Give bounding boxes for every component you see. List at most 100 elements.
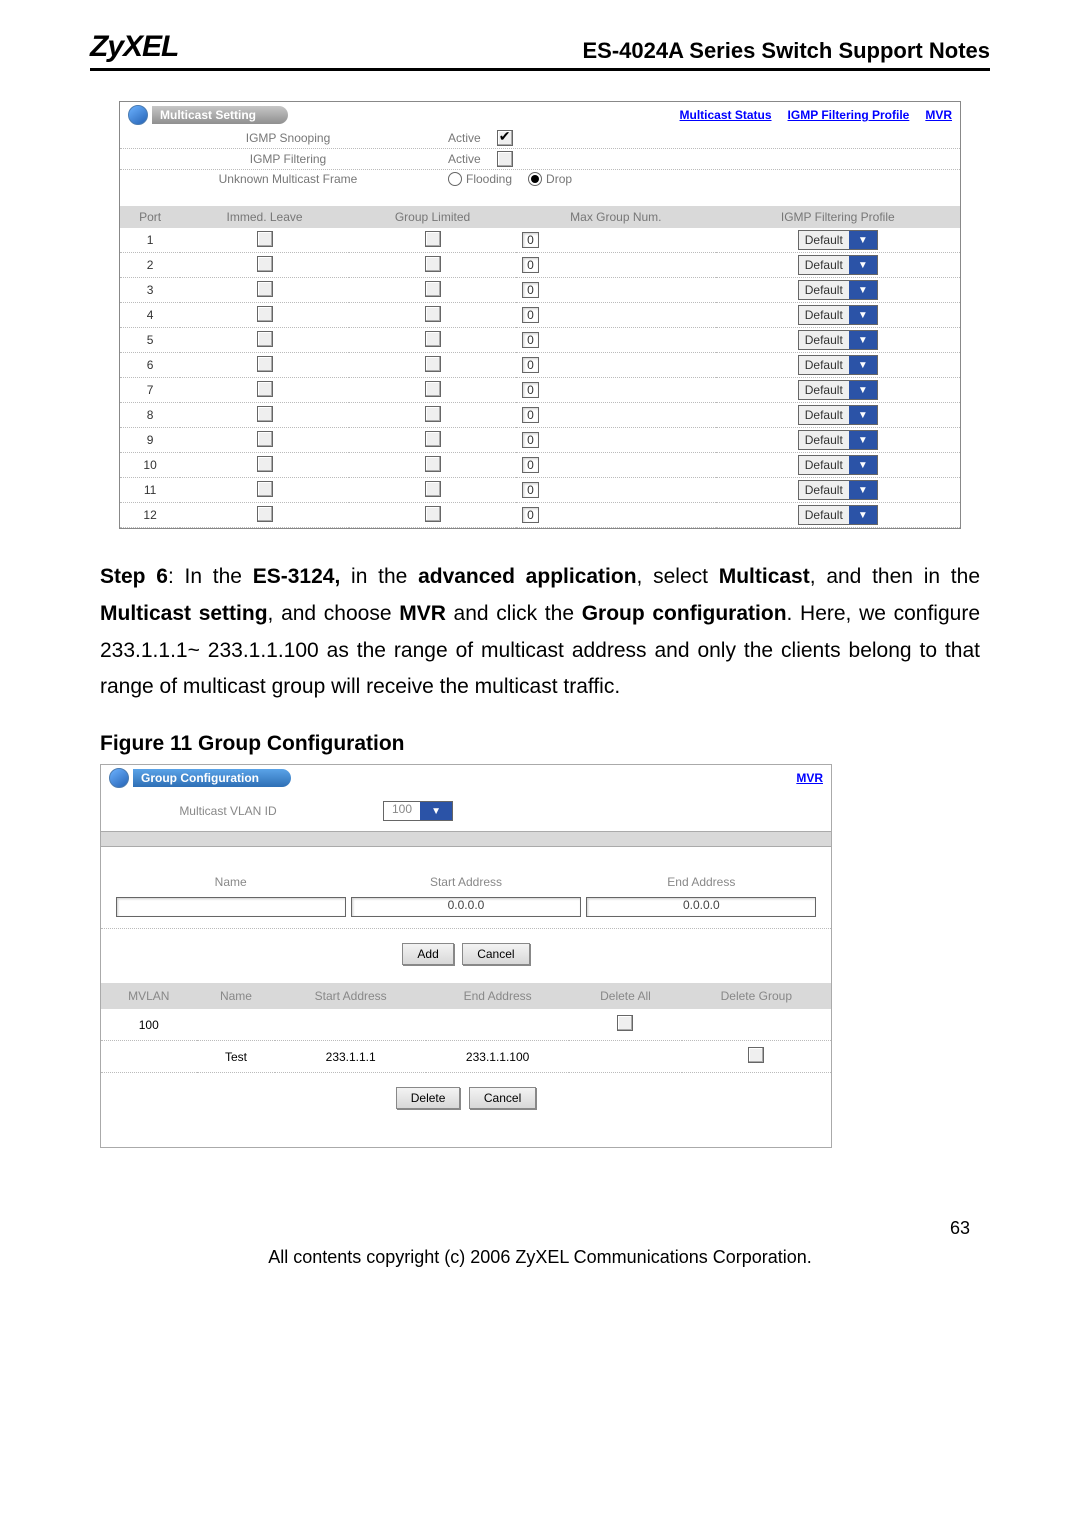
cell-port: 11 [120,478,180,503]
add-button[interactable]: Add [402,943,453,965]
chevron-down-icon: ▼ [849,456,877,474]
max-group-num-input[interactable]: 0 [522,382,539,398]
start-address-input[interactable]: 0.0.0.0 [351,897,581,917]
immed-leave-checkbox[interactable] [257,231,273,247]
group-limited-checkbox[interactable] [425,356,441,372]
link-multicast-status[interactable]: Multicast Status [680,108,772,122]
table-row: 10Default▼ [120,228,960,253]
immed-leave-checkbox[interactable] [257,431,273,447]
igmp-profile-select[interactable]: Default▼ [798,280,878,300]
table-row: 11 0 Default▼ [120,478,960,503]
delete-all-checkbox[interactable] [617,1015,633,1031]
max-group-num-input[interactable]: 0 [522,407,539,423]
immed-leave-checkbox[interactable] [257,256,273,272]
chevron-down-icon: ▼ [849,506,877,524]
immed-leave-checkbox[interactable] [257,356,273,372]
igmp-profile-select[interactable]: Default▼ [798,305,878,325]
group-limited-checkbox[interactable] [425,481,441,497]
table-row: 50Default▼ [120,328,960,353]
max-group-num-input[interactable]: 0 [522,257,539,273]
igmp-profile-select[interactable]: Default▼ [798,330,878,350]
igmp-filtering-label: IGMP Filtering [128,152,448,166]
igmp-profile-select[interactable]: Default▼ [798,355,878,375]
max-group-num-input[interactable]: 0 [522,282,539,298]
copyright-footer: All contents copyright (c) 2006 ZyXEL Co… [90,1247,990,1268]
group-limited-checkbox[interactable] [425,331,441,347]
igmp-snooping-checkbox[interactable] [497,130,513,146]
group-limited-checkbox[interactable] [425,406,441,422]
chevron-down-icon: ▼ [420,802,452,820]
table-row: 90Default▼ [120,428,960,453]
cell-name: Test [197,1041,276,1073]
immed-leave-checkbox[interactable] [257,306,273,322]
group-limited-checkbox[interactable] [425,306,441,322]
cancel-button-2[interactable]: Cancel [469,1087,536,1109]
max-group-num-input[interactable]: 0 [522,332,539,348]
igmp-profile-select[interactable]: Default▼ [798,230,878,250]
cell-start: 233.1.1.1 [275,1041,426,1073]
immed-leave-checkbox[interactable] [257,406,273,422]
end-address-input[interactable]: 0.0.0.0 [586,897,816,917]
igmp-profile-select[interactable]: Default▼ [798,430,878,450]
max-group-num-input[interactable]: 0 [522,232,539,248]
cell-port: 8 [120,403,180,428]
group-limited-checkbox[interactable] [425,256,441,272]
igmp-profile-select[interactable]: Default▼ [798,255,878,275]
group-limited-checkbox[interactable] [425,281,441,297]
table-row: 8 0 Default▼ [120,403,960,428]
name-input[interactable] [116,897,346,917]
immed-leave-checkbox[interactable] [257,481,273,497]
th-immed: Immed. Leave [180,206,349,228]
link-mvr-2[interactable]: MVR [796,771,823,785]
active-label-1: Active [448,131,481,145]
panel-title: Multicast Setting [152,106,288,124]
radio-flooding-label: Flooding [466,172,512,186]
igmp-profile-select[interactable]: Default▼ [798,480,878,500]
hdr-name: Name [113,875,348,889]
immed-leave-checkbox[interactable] [257,281,273,297]
table-row: 20Default▼ [120,253,960,278]
chevron-down-icon: ▼ [849,331,877,349]
igmp-filtering-checkbox[interactable] [497,151,513,167]
immed-leave-checkbox[interactable] [257,506,273,522]
group-limited-checkbox[interactable] [425,506,441,522]
table-row: 100 [101,1009,831,1041]
radio-dot-icon [528,172,542,186]
delete-group-checkbox[interactable] [748,1047,764,1063]
cancel-button-1[interactable]: Cancel [462,943,529,965]
igmp-profile-select[interactable]: Default▼ [798,380,878,400]
igmp-profile-select[interactable]: Default▼ [798,405,878,425]
max-group-num-input[interactable]: 0 [522,432,539,448]
link-igmp-filtering-profile[interactable]: IGMP Filtering Profile [788,108,910,122]
group-limited-checkbox[interactable] [425,456,441,472]
group-limited-checkbox[interactable] [425,431,441,447]
active-label-2: Active [448,152,481,166]
chevron-down-icon: ▼ [849,256,877,274]
th-port: Port [120,206,180,228]
chevron-down-icon: ▼ [849,406,877,424]
max-group-num-input[interactable]: 0 [522,507,539,523]
group-limited-checkbox[interactable] [425,381,441,397]
immed-leave-checkbox[interactable] [257,381,273,397]
panel-dot-icon [109,768,129,788]
max-group-num-input[interactable]: 0 [522,357,539,373]
cell-port: 6 [120,353,180,378]
link-mvr[interactable]: MVR [925,108,952,122]
chevron-down-icon: ▼ [849,356,877,374]
radio-drop[interactable]: Drop [528,172,572,186]
multicast-vlan-id-select[interactable]: 100 ▼ [383,801,453,821]
radio-flooding[interactable]: Flooding [448,172,512,186]
max-group-num-input[interactable]: 0 [522,457,539,473]
cell-end: 233.1.1.100 [426,1041,569,1073]
th-mvlan: MVLAN [101,983,197,1009]
max-group-num-input[interactable]: 0 [522,482,539,498]
table-row: 30Default▼ [120,278,960,303]
table-row: 120Default▼ [120,503,960,528]
immed-leave-checkbox[interactable] [257,456,273,472]
delete-button[interactable]: Delete [396,1087,461,1109]
immed-leave-checkbox[interactable] [257,331,273,347]
igmp-profile-select[interactable]: Default▼ [798,505,878,525]
group-limited-checkbox[interactable] [425,231,441,247]
igmp-profile-select[interactable]: Default▼ [798,455,878,475]
max-group-num-input[interactable]: 0 [522,307,539,323]
